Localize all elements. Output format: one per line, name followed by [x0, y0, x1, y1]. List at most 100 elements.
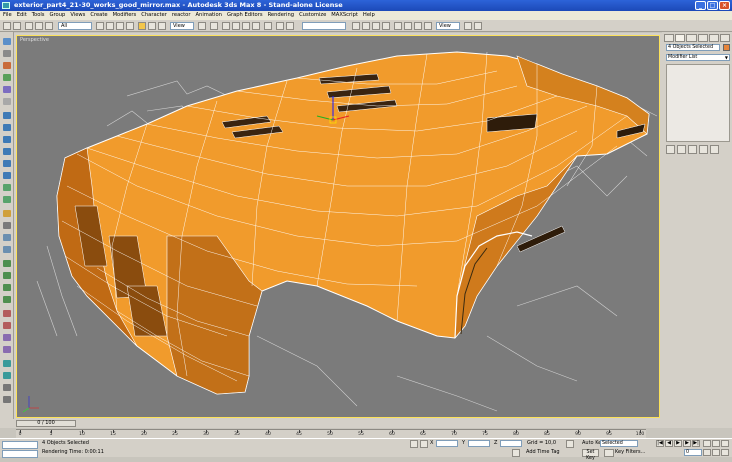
goto-end-icon[interactable]: ▶| [692, 440, 700, 447]
view-dropdown[interactable]: View [436, 22, 460, 30]
schematic-view-icon[interactable] [372, 22, 380, 30]
menu-group[interactable]: Group [50, 11, 66, 20]
unwrap-uvw-icon[interactable] [3, 372, 11, 379]
key-icon[interactable] [566, 440, 574, 448]
menu-help[interactable]: Help [363, 11, 375, 20]
key-filters-button[interactable]: Key Filters... [615, 449, 645, 456]
bind-space-warp-icon[interactable] [45, 22, 53, 30]
play-icon[interactable]: ▶ [674, 440, 682, 447]
curve-editor-icon[interactable] [362, 22, 370, 30]
box-icon[interactable] [3, 112, 11, 119]
add-time-tag[interactable]: Add Time Tag [526, 449, 560, 456]
cylinder-icon[interactable] [3, 136, 11, 143]
configure-sets-icon[interactable] [710, 145, 719, 154]
torus-icon[interactable] [3, 160, 11, 167]
active-shade-icon[interactable] [424, 22, 432, 30]
menu-maxscript[interactable]: MAXScript [331, 11, 358, 20]
select-scale-icon[interactable] [158, 22, 166, 30]
create-icon[interactable] [3, 38, 11, 45]
maxscript-listener-mini[interactable] [2, 441, 38, 449]
window-crossing-icon[interactable] [126, 22, 134, 30]
modify-tab-icon[interactable] [675, 34, 686, 42]
selection-filter-dropdown[interactable]: All [58, 22, 92, 30]
menu-create[interactable]: Create [90, 11, 107, 20]
key-filter-icon[interactable] [604, 449, 614, 457]
make-unique-icon[interactable] [688, 145, 697, 154]
create-tab-icon[interactable] [664, 34, 675, 42]
render-last-icon[interactable] [414, 22, 422, 30]
pivot-center-icon[interactable] [198, 22, 206, 30]
menu-reactor[interactable]: reactor [172, 11, 191, 20]
zoom-icon[interactable] [703, 440, 711, 447]
pan-view-icon[interactable] [712, 449, 720, 456]
edit-poly-modifier-icon[interactable] [3, 346, 11, 353]
angle-snap-icon[interactable] [232, 22, 240, 30]
percent-snap-icon[interactable] [242, 22, 250, 30]
helper-icon[interactable] [3, 234, 11, 241]
layer-manager-icon[interactable] [352, 22, 360, 30]
perspective-viewport[interactable]: Perspective [16, 35, 660, 418]
plane-icon[interactable] [3, 172, 11, 179]
select-rotate-icon[interactable] [148, 22, 156, 30]
next-frame-icon[interactable]: ▶ [683, 440, 691, 447]
reactor-icon[interactable] [3, 384, 11, 391]
redo-icon[interactable] [13, 22, 21, 30]
time-tag-icon[interactable] [512, 449, 520, 457]
car-model[interactable] [17, 36, 660, 418]
menu-rendering[interactable]: Rendering [268, 11, 295, 20]
display-icon[interactable] [3, 86, 11, 93]
light-icon[interactable] [3, 210, 11, 217]
twist-modifier-icon[interactable] [3, 284, 11, 291]
noise-modifier-icon[interactable] [3, 296, 11, 303]
render-scene-icon[interactable] [394, 22, 402, 30]
menu-character[interactable]: Character [141, 11, 167, 20]
z-coordinate-field[interactable] [500, 440, 522, 447]
circle-icon[interactable] [3, 196, 11, 203]
pin-stack-icon[interactable] [666, 145, 675, 154]
zoom-extents-icon[interactable] [721, 440, 729, 447]
space-warp-icon[interactable] [3, 246, 11, 253]
hierarchy-tab-icon[interactable] [686, 34, 697, 42]
hierarchy-icon[interactable] [3, 62, 11, 69]
undo-icon[interactable] [3, 22, 11, 30]
bend-modifier-icon[interactable] [3, 260, 11, 267]
maximize-button[interactable]: □ [707, 1, 718, 10]
sphere-icon[interactable] [3, 124, 11, 131]
menu-file[interactable]: File [3, 11, 12, 20]
cone-icon[interactable] [3, 148, 11, 155]
object-name-field[interactable]: 4 Objects Selected [666, 44, 720, 51]
mirror-icon[interactable] [276, 22, 284, 30]
modifier-list-dropdown[interactable]: Modifier List ▼ [666, 54, 730, 61]
menu-customize[interactable]: Customize [299, 11, 326, 20]
menu-modifiers[interactable]: Modifiers [113, 11, 137, 20]
particle-icon[interactable] [3, 396, 11, 403]
motion-icon[interactable] [3, 74, 11, 81]
rect-selection-icon[interactable] [116, 22, 124, 30]
link-icon[interactable] [25, 22, 33, 30]
motion-tab-icon[interactable] [697, 34, 708, 42]
key-mode-dropdown[interactable]: Selected [600, 440, 638, 447]
close-button[interactable]: × [719, 1, 730, 10]
camera-icon[interactable] [3, 222, 11, 229]
utilities-icon[interactable] [3, 98, 11, 105]
extrude-modifier-icon[interactable] [3, 310, 11, 317]
align-icon[interactable] [286, 22, 294, 30]
arc-rotate-icon[interactable] [721, 449, 729, 456]
zoom-all-icon[interactable] [712, 440, 720, 447]
utilities-tab-icon[interactable] [719, 34, 731, 42]
show-end-result-icon[interactable] [677, 145, 686, 154]
remove-modifier-icon[interactable] [699, 145, 708, 154]
taper-modifier-icon[interactable] [3, 272, 11, 279]
spinner-snap-icon[interactable] [252, 22, 260, 30]
material-editor-icon[interactable] [382, 22, 390, 30]
render-production-icon[interactable] [464, 22, 472, 30]
reference-coordinate-dropdown[interactable]: View [170, 22, 194, 30]
object-color-swatch[interactable] [723, 44, 730, 51]
menu-edit[interactable]: Edit [17, 11, 27, 20]
quick-render-icon[interactable] [404, 22, 412, 30]
edit-named-selections-icon[interactable] [264, 22, 272, 30]
uvw-map-icon[interactable] [3, 360, 11, 367]
y-coordinate-field[interactable] [468, 440, 490, 447]
select-move-icon[interactable] [138, 22, 146, 30]
render-type-icon[interactable] [474, 22, 482, 30]
